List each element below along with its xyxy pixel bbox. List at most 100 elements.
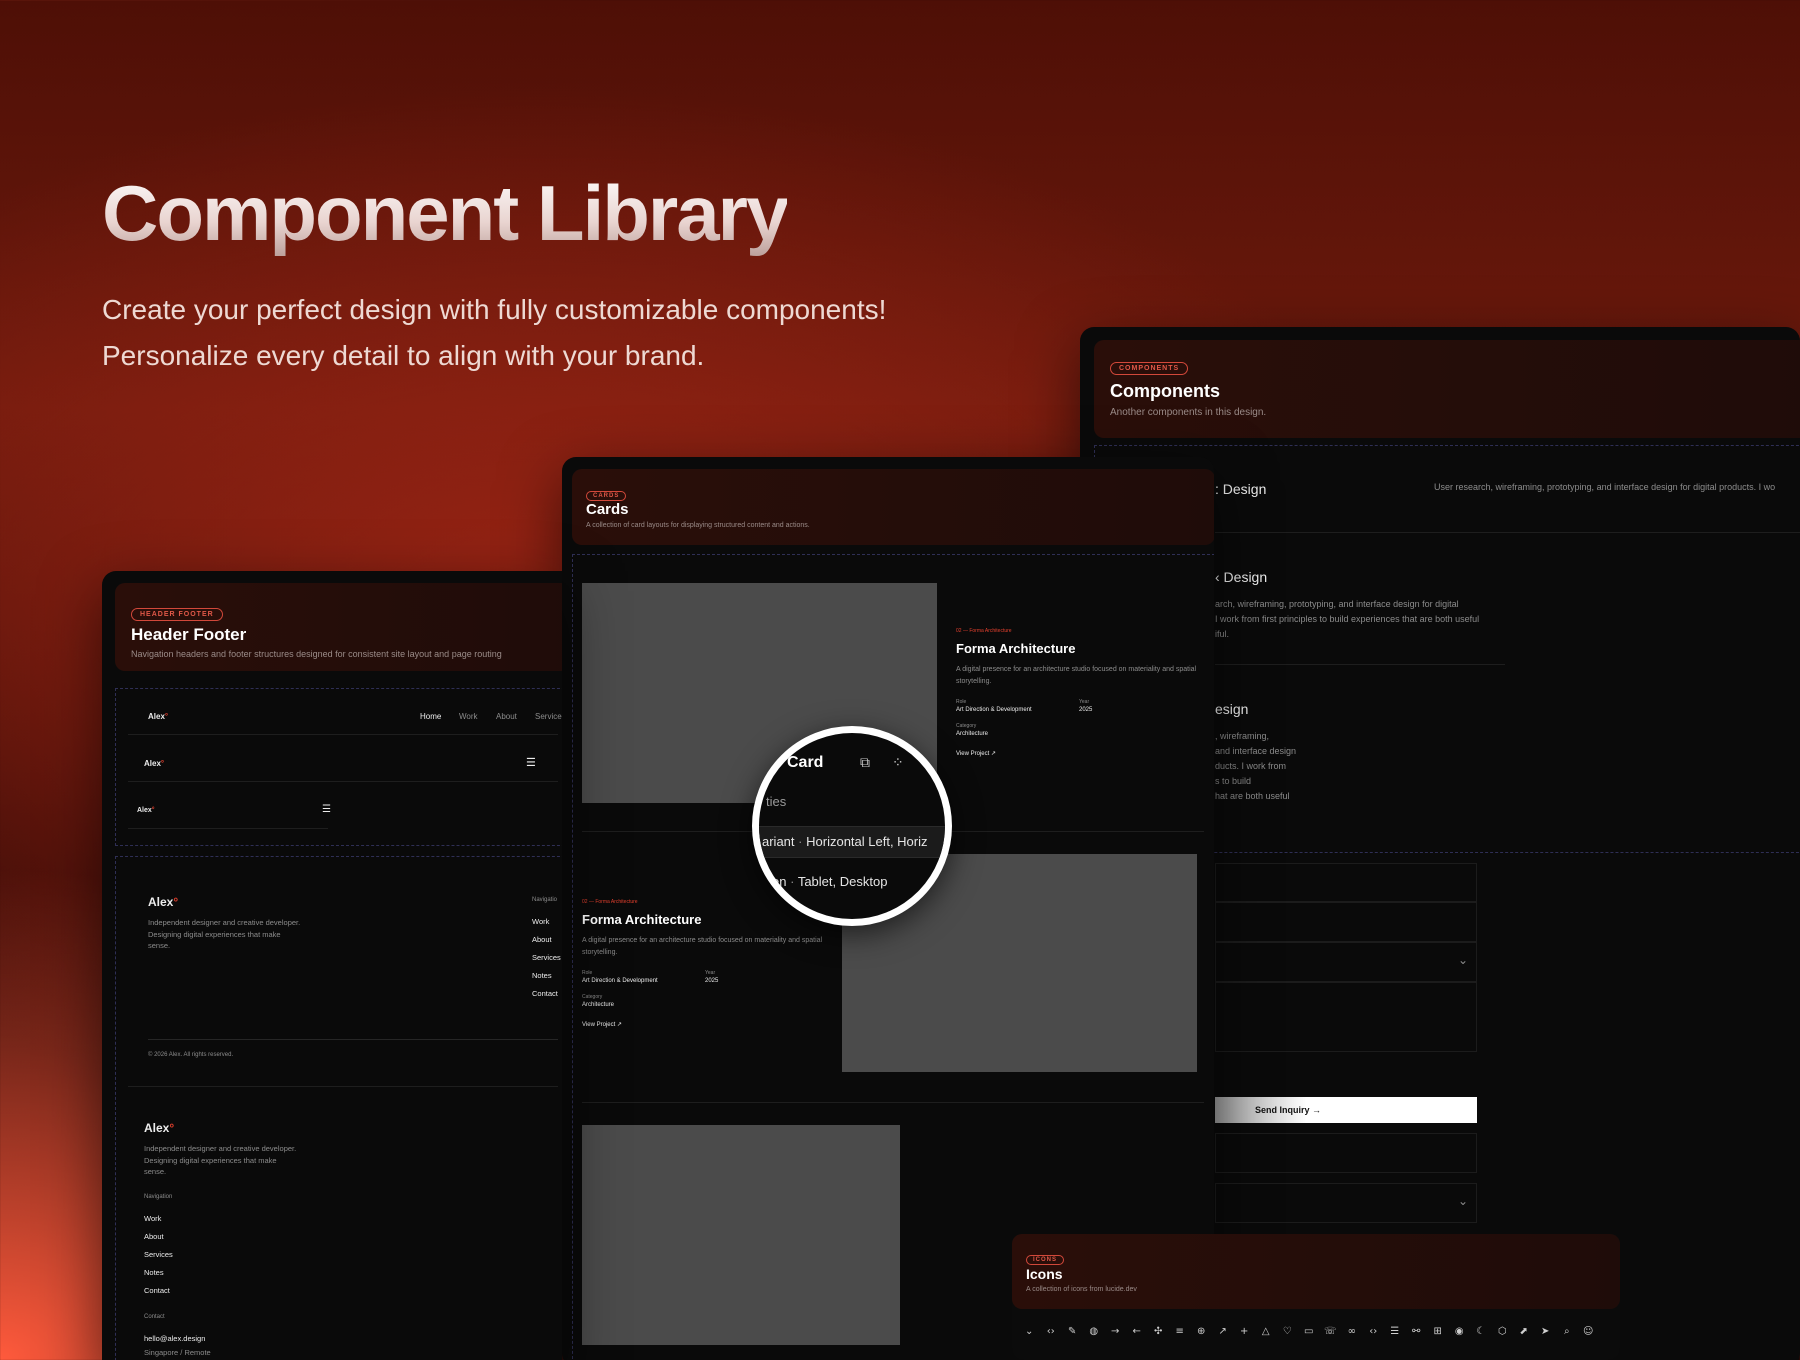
footer-link-contact[interactable]: Contact bbox=[532, 989, 558, 998]
plus-circle-icon: ⊕ bbox=[1197, 1326, 1206, 1337]
hero-title: Component Library bbox=[102, 169, 789, 257]
code-icon: ‹› bbox=[1046, 1326, 1055, 1337]
footer-contact-heading: Contact bbox=[144, 1314, 165, 1320]
box-icon: ⬡ bbox=[1497, 1326, 1507, 1337]
zoom-variant-value: Horizontal Left, Horiz bbox=[806, 834, 928, 849]
view-project-link[interactable]: View Project ↗ bbox=[582, 1021, 622, 1028]
nav-home[interactable]: Home bbox=[420, 712, 441, 721]
menu-icon[interactable]: ☰ bbox=[322, 804, 331, 815]
target-icon: ◉ bbox=[1454, 1326, 1464, 1337]
card-description: A digital presence for an architecture s… bbox=[956, 666, 1197, 685]
view-project-link[interactable]: View Project ↗ bbox=[956, 750, 996, 757]
form-textarea[interactable] bbox=[1215, 982, 1477, 1052]
users-icon: ⚯ bbox=[1412, 1326, 1421, 1337]
card-eyebrow: 02 — Forma Architecture bbox=[582, 899, 638, 905]
grid-icon: ⁘ bbox=[892, 754, 904, 770]
icons-tag: ICONS bbox=[1026, 1255, 1065, 1265]
header-footer-description: Navigation headers and footer structures… bbox=[131, 649, 502, 659]
footer-link-about[interactable]: About bbox=[532, 935, 552, 944]
header-footer-header: HEADER FOOTER Header Footer Navigation h… bbox=[115, 583, 562, 671]
footer-link-notes[interactable]: Notes bbox=[144, 1268, 164, 1277]
zoom-screen-value: Tablet, Desktop bbox=[797, 874, 888, 889]
service-title-3: esign bbox=[1215, 701, 1249, 717]
card-year-label: Year bbox=[705, 970, 716, 976]
footer-link-about[interactable]: About bbox=[144, 1232, 164, 1241]
form-field-3[interactable] bbox=[1215, 1133, 1477, 1173]
logo[interactable]: Alex° bbox=[148, 712, 168, 721]
send-inquiry-label: Send Inquiry → bbox=[1255, 1105, 1322, 1115]
components-tag: COMPONENTS bbox=[1110, 362, 1189, 375]
header-footer-title: Header Footer bbox=[131, 625, 247, 644]
footer-link-services[interactable]: Services bbox=[532, 953, 561, 962]
icons-title: Icons bbox=[1026, 1266, 1063, 1282]
heart-icon: ♡ bbox=[1282, 1326, 1292, 1337]
arrow-left-icon: ← bbox=[1132, 1326, 1141, 1337]
calendar-icon: ▭ bbox=[1304, 1326, 1314, 1337]
arrow-right-icon: → bbox=[1111, 1326, 1120, 1337]
card-description: A digital presence for an architecture s… bbox=[582, 937, 823, 956]
move-icon: ✣ bbox=[1154, 1326, 1163, 1337]
service-desc-3a: , wireframing, bbox=[1215, 731, 1270, 741]
logo[interactable]: Alex° bbox=[137, 807, 155, 814]
header-frame bbox=[115, 688, 562, 846]
zoom-screen-label: en bbox=[772, 874, 787, 889]
card-year: 2025 bbox=[705, 978, 719, 984]
send-inquiry-button[interactable]: Send Inquiry → bbox=[1215, 1097, 1477, 1123]
card-role-label: Role bbox=[956, 699, 967, 705]
components-description: Another components in this design. bbox=[1110, 407, 1267, 418]
icons-description: A collection of icons from lucide.dev bbox=[1026, 1286, 1137, 1293]
zoom-properties: ties bbox=[766, 794, 787, 809]
service-desc-2b: I work from first principles to build ex… bbox=[1215, 614, 1480, 624]
service-desc-3d: s to build bbox=[1215, 776, 1252, 786]
search-icon: ⌕ bbox=[1563, 1326, 1570, 1337]
footer-link-work[interactable]: Work bbox=[144, 1214, 161, 1223]
palette-icon: ◍ bbox=[1089, 1326, 1099, 1337]
plus-icon: + bbox=[1240, 1326, 1249, 1337]
grid-icon: ⊞ bbox=[1433, 1326, 1442, 1337]
form-field-1[interactable] bbox=[1215, 863, 1477, 902]
cards-header: CARDS Cards A collection of card layouts… bbox=[572, 469, 1214, 545]
card-role-label: Role bbox=[582, 970, 593, 976]
nav-about[interactable]: About bbox=[496, 712, 517, 721]
footer-link-services[interactable]: Services bbox=[144, 1250, 173, 1259]
nav-work[interactable]: Work bbox=[459, 712, 478, 721]
card-category: Architecture bbox=[956, 731, 989, 737]
magnifier-lens: Card ⧉ ⁘ ties ariant · Horizontal Left, … bbox=[752, 726, 952, 926]
footer-nav-heading: Navigation bbox=[144, 1194, 173, 1200]
footer-link-notes[interactable]: Notes bbox=[532, 971, 552, 980]
form-select[interactable]: ⌄ bbox=[1215, 942, 1477, 982]
logo[interactable]: Alex° bbox=[144, 759, 164, 768]
service-desc-2a: arch, wireframing, prototyping, and inte… bbox=[1215, 599, 1459, 609]
nav-service[interactable]: Service bbox=[535, 712, 562, 721]
card-year-label: Year bbox=[1079, 699, 1090, 705]
chevron-down-icon: ⌄ bbox=[1457, 953, 1468, 967]
arrow-up-right-icon: ↗ bbox=[1218, 1326, 1227, 1337]
card-eyebrow: 02 — Forma Architecture bbox=[956, 628, 1012, 634]
footer-link-contact[interactable]: Contact bbox=[144, 1286, 170, 1295]
footer-bio: Independent designer and creative develo… bbox=[148, 918, 301, 950]
zoom-variant-label: ariant bbox=[762, 834, 795, 849]
chevron-down-icon: ⌄ bbox=[1025, 1326, 1034, 1337]
card-category-label: Category bbox=[956, 723, 977, 729]
components-header: COMPONENTS Components Another components… bbox=[1094, 340, 1800, 438]
hero-subtitle: Create your perfect design with fully cu… bbox=[102, 294, 887, 371]
service-desc-3c: ducts. I work from bbox=[1215, 761, 1287, 771]
form-select-2[interactable]: ⌄ bbox=[1215, 1183, 1477, 1223]
menu-icon[interactable]: ☰ bbox=[526, 756, 536, 769]
cards-description: A collection of card layouts for display… bbox=[586, 522, 810, 529]
card-year: 2025 bbox=[1079, 707, 1093, 713]
footer-email[interactable]: hello@alex.design bbox=[144, 1334, 205, 1343]
footer-link-work[interactable]: Work bbox=[532, 917, 549, 926]
footer-nav-heading: Navigatio bbox=[532, 897, 558, 903]
icon-row: ⌄ ‹› ✎ ◍ → ← ✣ ≡ ⊕ ↗ + △ ♡ ▭ ☏ ∞ ‹› ☰ ⚯ ⊞ ◉ ☾ ⬡ ⬈ ➤ ⌕ ☺ bbox=[1022, 1326, 1622, 1342]
form-field-2[interactable] bbox=[1215, 902, 1477, 942]
service-desc-2c: iful. bbox=[1215, 629, 1230, 639]
menu-icon: ≡ bbox=[1175, 1326, 1184, 1337]
card-title: Forma Architecture bbox=[956, 641, 1076, 656]
copyright: © 2026 Alex. All rights reserved. bbox=[148, 1052, 234, 1058]
service-desc-3b: and interface design bbox=[1215, 746, 1297, 756]
cards-title: Cards bbox=[586, 501, 629, 518]
components-title: Components bbox=[1110, 381, 1220, 401]
pen-icon: ✎ bbox=[1068, 1326, 1077, 1337]
list-icon: ☰ bbox=[1390, 1326, 1400, 1337]
